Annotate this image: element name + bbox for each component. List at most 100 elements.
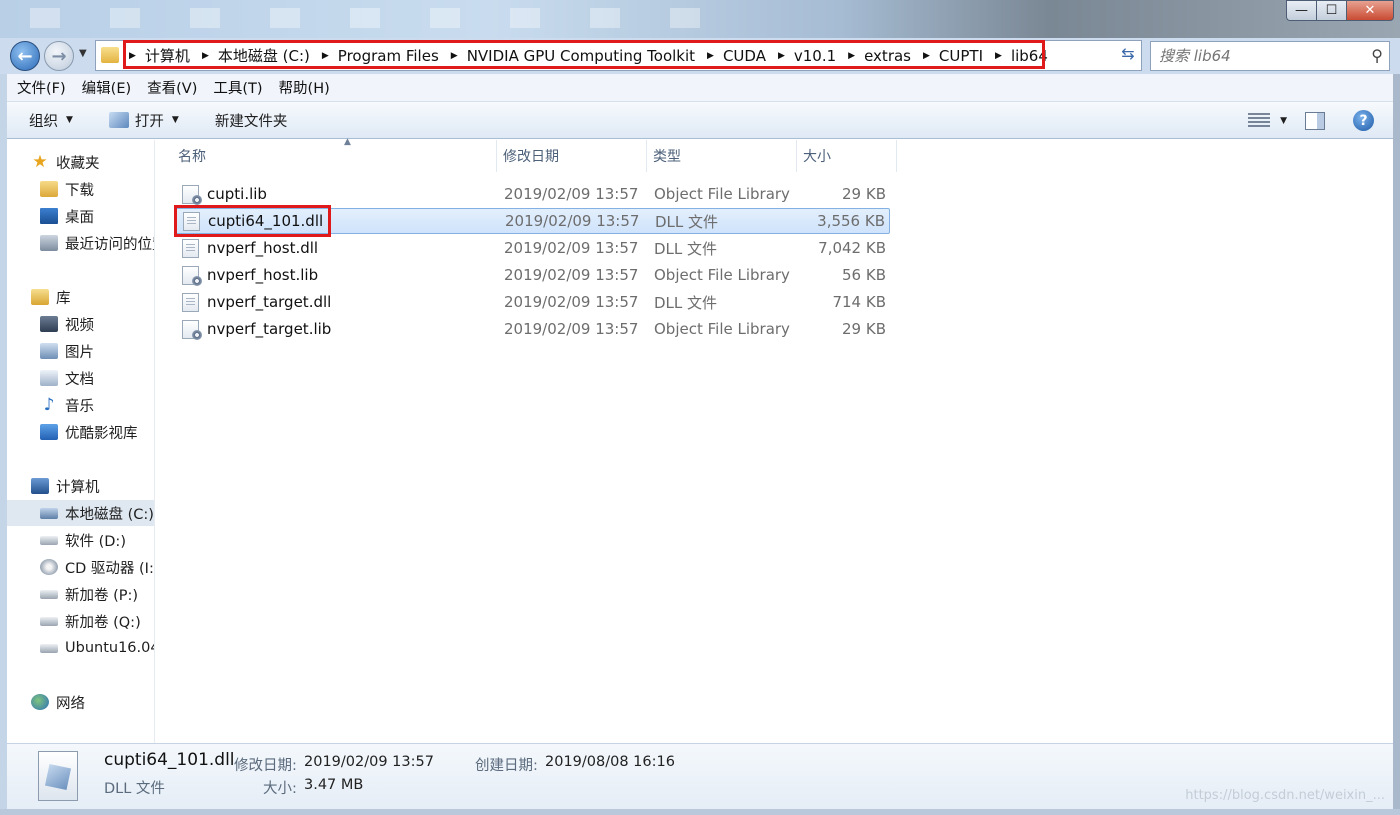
sidebar-item-label: 本地磁盘 (C:) bbox=[65, 506, 154, 523]
help-icon[interactable]: ? bbox=[1353, 110, 1374, 131]
sidebar-item-network[interactable]: 网络 bbox=[7, 689, 154, 715]
sidebar-item-youku[interactable]: 优酷影视库 bbox=[7, 419, 154, 445]
new-folder-button[interactable]: 新建文件夹 bbox=[215, 110, 288, 131]
file-name: nvperf_host.dll bbox=[207, 239, 319, 257]
preview-pane-icon[interactable] bbox=[1305, 111, 1325, 130]
sidebar-item-drive-q[interactable]: 新加卷 (Q:) bbox=[7, 608, 154, 634]
column-header-type[interactable]: 类型 bbox=[647, 140, 797, 172]
file-row-selected[interactable]: cupti64_101.dll 2019/02/09 13:57 DLL 文件 … bbox=[174, 208, 890, 234]
open-button[interactable]: 打开 ▼ bbox=[108, 110, 179, 131]
sidebar-item-favorites[interactable]: ★ 收藏夹 bbox=[7, 149, 154, 175]
search-icon[interactable]: ⚲ bbox=[1371, 46, 1383, 65]
new-folder-label: 新建文件夹 bbox=[214, 113, 288, 130]
column-header-modified[interactable]: 修改日期 bbox=[497, 140, 647, 172]
address-bar[interactable]: ▶ 计算机 ▶ 本地磁盘 (C:) ▶ Program Files ▶ NVID… bbox=[95, 40, 1202, 71]
file-size: 3,556 KB bbox=[817, 212, 885, 230]
forward-button[interactable]: → bbox=[44, 41, 74, 71]
sidebar-item-videos[interactable]: 视频 bbox=[7, 311, 154, 337]
video-icon bbox=[40, 316, 58, 332]
sidebar-item-documents[interactable]: 文档 bbox=[7, 365, 154, 391]
organize-label: 组织 bbox=[29, 113, 58, 130]
file-type: DLL 文件 bbox=[654, 239, 718, 258]
chevron-right-icon[interactable]: ▶ bbox=[778, 51, 785, 61]
details-size-label: 大小: bbox=[263, 781, 297, 797]
menu-edit[interactable]: 编辑(E) bbox=[74, 77, 139, 98]
title-bar: — ☐ ✕ bbox=[0, 0, 1400, 38]
sidebar-item-recent[interactable]: 最近访问的位置 bbox=[7, 230, 154, 256]
menu-view[interactable]: 查看(V) bbox=[139, 77, 205, 98]
chevron-right-icon[interactable]: ▶ bbox=[923, 51, 930, 61]
details-pane: cupti64_101.dll DLL 文件 修改日期: 2019/02/09 … bbox=[7, 743, 1393, 809]
sidebar-item-music[interactable]: ♪ 音乐 bbox=[7, 392, 154, 418]
breadcrumb-lib64[interactable]: lib64 bbox=[1011, 47, 1048, 65]
window-controls: — ☐ ✕ bbox=[1286, 0, 1394, 21]
sidebar-item-drive-ubuntu[interactable]: Ubuntu16.04 bbox=[7, 635, 154, 661]
breadcrumb-program-files[interactable]: Program Files bbox=[338, 47, 439, 65]
file-name-cell: nvperf_target.lib bbox=[182, 319, 331, 340]
breadcrumb: ▶ 计算机 ▶ 本地磁盘 (C:) ▶ Program Files ▶ NVID… bbox=[126, 41, 1048, 70]
address-row: ← → ▼ ▶ 计算机 ▶ 本地磁盘 (C:) ▶ Program Files … bbox=[0, 38, 1400, 74]
close-button[interactable]: ✕ bbox=[1346, 0, 1394, 21]
sidebar-item-drive-p[interactable]: 新加卷 (P:) bbox=[7, 581, 154, 607]
chevron-right-icon[interactable]: ▶ bbox=[707, 51, 714, 61]
hard-drive-icon bbox=[40, 616, 58, 626]
sidebar-item-drive-c[interactable]: 本地磁盘 (C:) bbox=[7, 500, 154, 526]
recent-pages-dropdown[interactable]: ▼ bbox=[79, 48, 87, 59]
desktop-icon bbox=[40, 208, 58, 224]
sidebar-item-downloads[interactable]: 下载 bbox=[7, 176, 154, 202]
menu-tools[interactable]: 工具(T) bbox=[205, 77, 270, 98]
menu-help[interactable]: 帮助(H) bbox=[271, 77, 338, 98]
details-size-value: 3.47 MB bbox=[304, 777, 364, 793]
column-header-label: 名称 bbox=[178, 149, 206, 165]
details-file-type: DLL 文件 bbox=[104, 781, 165, 797]
sidebar-item-pictures[interactable]: 图片 bbox=[7, 338, 154, 364]
view-options-icon[interactable] bbox=[1248, 112, 1271, 129]
breadcrumb-computer[interactable]: 计算机 bbox=[145, 45, 190, 66]
chevron-right-icon[interactable]: ▶ bbox=[848, 51, 855, 61]
refresh-icon[interactable]: ⇆ bbox=[1116, 42, 1140, 66]
sidebar-item-desktop[interactable]: 桌面 bbox=[7, 203, 154, 229]
file-row[interactable]: nvperf_target.lib 2019/02/09 13:57 Objec… bbox=[174, 316, 890, 342]
sidebar-item-drive-d[interactable]: 软件 (D:) bbox=[7, 527, 154, 553]
chevron-right-icon[interactable]: ▶ bbox=[322, 51, 329, 61]
system-drive-icon bbox=[40, 507, 58, 519]
file-row[interactable]: cupti.lib 2019/02/09 13:57 Object File L… bbox=[174, 181, 890, 207]
chevron-right-icon[interactable]: ▶ bbox=[202, 51, 209, 61]
file-row[interactable]: nvperf_host.lib 2019/02/09 13:57 Object … bbox=[174, 262, 890, 288]
open-label: 打开 bbox=[134, 113, 164, 130]
breadcrumb-cuda[interactable]: CUDA bbox=[723, 47, 766, 65]
search-input[interactable] bbox=[1159, 43, 1359, 69]
file-modified: 2019/02/09 13:57 bbox=[504, 320, 639, 338]
breadcrumb-drive-c[interactable]: 本地磁盘 (C:) bbox=[218, 45, 310, 66]
minimize-button[interactable]: — bbox=[1286, 0, 1316, 21]
file-row[interactable]: nvperf_target.dll 2019/02/09 13:57 DLL 文… bbox=[174, 289, 890, 315]
lib-icon bbox=[182, 184, 202, 205]
breadcrumb-cupti[interactable]: CUPTI bbox=[939, 47, 983, 65]
file-type: Object File Library bbox=[654, 266, 790, 284]
hard-drive-icon bbox=[40, 643, 58, 653]
file-name: nvperf_target.dll bbox=[207, 293, 332, 311]
back-button[interactable]: ← bbox=[10, 41, 40, 71]
file-size: 29 KB bbox=[842, 185, 886, 203]
menu-file[interactable]: 文件(F) bbox=[7, 77, 74, 98]
sidebar-item-label: 文档 bbox=[65, 371, 94, 388]
breadcrumb-nvidia-toolkit[interactable]: NVIDIA GPU Computing Toolkit bbox=[467, 47, 695, 65]
file-type: Object File Library bbox=[654, 185, 790, 203]
breadcrumb-version[interactable]: v10.1 bbox=[794, 47, 836, 65]
organize-button[interactable]: 组织 ▼ bbox=[29, 110, 73, 131]
chevron-down-icon: ▼ bbox=[171, 115, 179, 125]
sidebar-item-computer[interactable]: 计算机 bbox=[7, 473, 154, 499]
breadcrumb-extras[interactable]: extras bbox=[864, 47, 911, 65]
file-row[interactable]: nvperf_host.dll 2019/02/09 13:57 DLL 文件 … bbox=[174, 235, 890, 261]
search-box: ⚲ bbox=[1150, 41, 1390, 71]
chevron-right-icon[interactable]: ▶ bbox=[129, 51, 136, 61]
open-icon bbox=[108, 112, 129, 128]
chevron-right-icon[interactable]: ▶ bbox=[995, 51, 1002, 61]
column-header-size[interactable]: 大小 bbox=[797, 140, 897, 172]
chevron-right-icon[interactable]: ▶ bbox=[451, 51, 458, 61]
sidebar-item-libraries[interactable]: 库 bbox=[7, 284, 154, 310]
column-header-name[interactable]: 名称 ▲ bbox=[172, 137, 497, 172]
chevron-down-icon[interactable]: ▼ bbox=[1280, 116, 1287, 126]
sidebar-item-drive-cd[interactable]: CD 驱动器 (I:) bbox=[7, 554, 154, 580]
maximize-button[interactable]: ☐ bbox=[1316, 0, 1346, 21]
